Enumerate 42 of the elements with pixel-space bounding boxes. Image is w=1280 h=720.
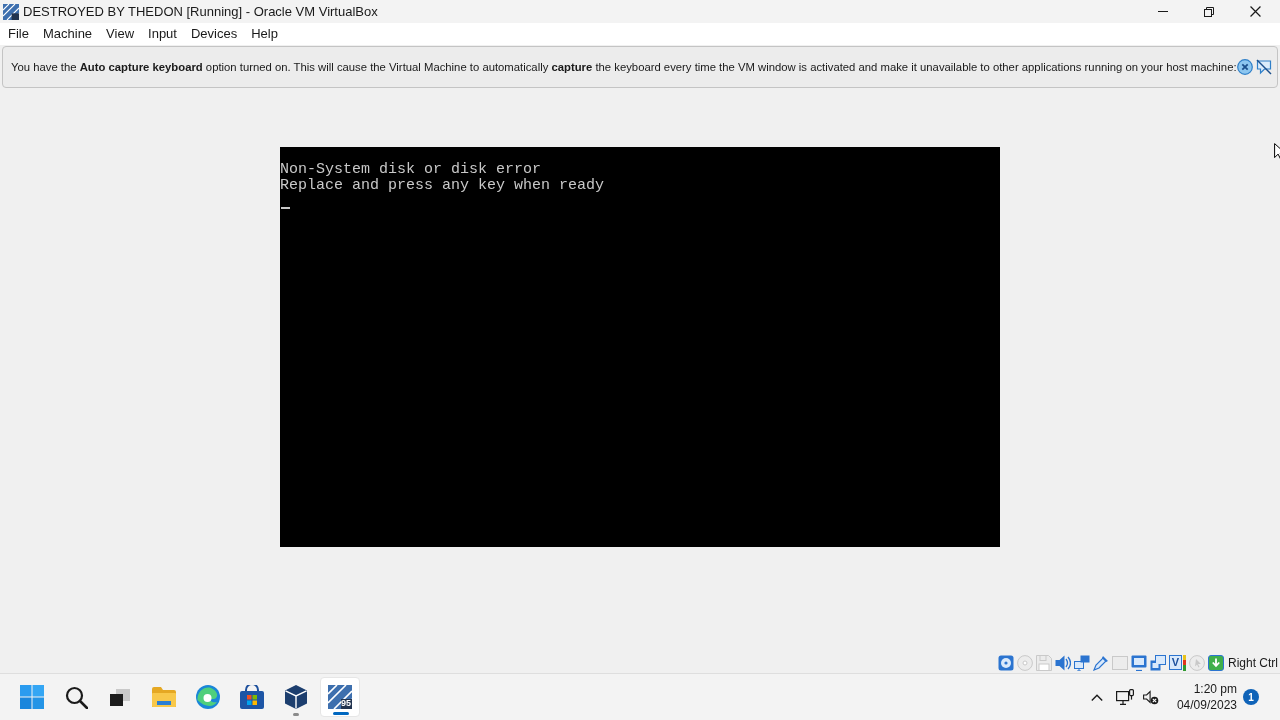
clock-button[interactable]: 1:20 pm 04/09/2023 [1163,677,1243,717]
virtualization-label[interactable]: V [1168,655,1182,670]
restore-icon [1204,6,1214,17]
stacked-windows-icon[interactable] [1149,654,1166,671]
menu-item[interactable]: Input [141,23,184,45]
window-title: DESTROYED BY THEDON [Running] - Oracle VM VirtualBox [23,2,378,21]
menu-item[interactable]: Devices [183,23,245,45]
menu-item[interactable]: Help [244,23,285,45]
menu-item[interactable]: File [1,23,36,45]
activity-bar-icon [1183,654,1186,671]
menu-item[interactable]: View [99,23,142,45]
console-line: Non-System disk or disk error [280,162,542,178]
app-icon [3,3,19,20]
speaker-icon[interactable] [1054,654,1071,671]
monitor-icon[interactable] [1130,654,1147,671]
console-line: Replace and press any key when ready [280,178,605,194]
do-not-show-button[interactable] [1255,59,1272,75]
notification-badge[interactable]: 1 [1243,689,1259,705]
monitor-plug-icon [1116,689,1134,705]
overlapping-squares-icon [110,688,130,706]
hard-disk-icon[interactable] [997,654,1014,671]
four-squares-logo-icon [20,685,44,709]
speech-bubble-slash-icon [1255,59,1272,75]
taskbar-button[interactable]: 95 [320,677,360,717]
minimize-icon [1158,11,1168,12]
folder-icon [152,687,176,707]
menu-item[interactable]: Machine [35,23,100,45]
host-key-label: Right Ctrl [1228,654,1278,672]
swirl-logo-icon [196,685,220,709]
version-label: 95 [341,699,351,708]
notice-message: You have the Auto capture keyboard option turned on. This will cause the Virtual Machine to automatically capture the keyboard every time the VM window is activated and make it unavailable to other applications running on your host machine: [11,59,1237,75]
cube-icon [285,685,307,709]
window-tile-icon [328,685,352,709]
chevron-up-icon [1091,693,1103,701]
search-icon [64,685,88,709]
close-icon [1236,59,1253,75]
speaker-muted-icon [1143,689,1159,705]
close-icon [1249,6,1261,17]
shopping-bag-icon [240,685,264,709]
two-screens-icon[interactable] [1073,654,1090,671]
close-notice-button[interactable] [1236,59,1253,75]
pen-icon[interactable] [1092,654,1109,671]
